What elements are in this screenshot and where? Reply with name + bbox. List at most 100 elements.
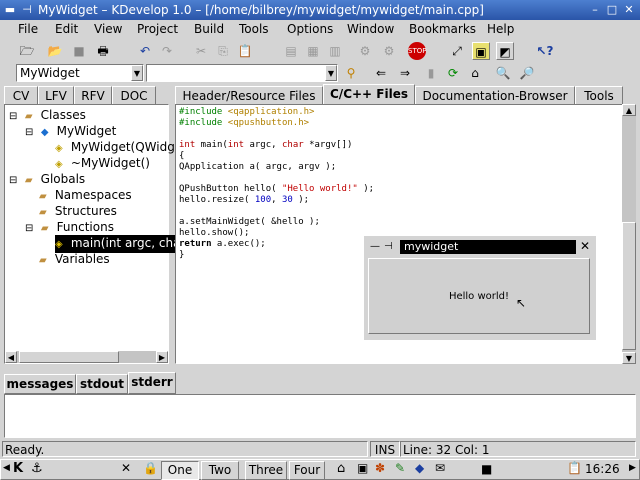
- editor-vertical-scrollbar[interactable]: ▲ ▼: [622, 104, 636, 364]
- mail-icon[interactable]: ✉: [435, 461, 445, 475]
- make-icon[interactable]: ▦: [304, 42, 322, 60]
- close-icon[interactable]: ✕: [622, 3, 636, 17]
- scroll-left-icon[interactable]: ◀: [5, 351, 17, 363]
- home-icon[interactable]: ⌂: [466, 64, 484, 82]
- tab-stderr[interactable]: stderr: [128, 372, 176, 394]
- menu-build[interactable]: Build: [194, 22, 224, 36]
- copy-icon[interactable]: ⎘: [214, 42, 232, 60]
- tab-messages[interactable]: messages: [4, 374, 76, 394]
- folder-icon: ▰: [24, 175, 33, 186]
- help-icon[interactable]: ◆: [415, 461, 424, 475]
- tree-item-variables[interactable]: ▰ Variables: [39, 251, 110, 269]
- close-icon[interactable]: ✕: [580, 239, 590, 253]
- minimize-icon[interactable]: –: [588, 3, 602, 17]
- tab-tools[interactable]: Tools: [575, 86, 623, 106]
- redo-icon[interactable]: ↷: [158, 42, 176, 60]
- stop-icon[interactable]: STOP: [408, 42, 426, 60]
- menu-options[interactable]: Options: [287, 22, 333, 36]
- tree-view-icon[interactable]: ⤢: [448, 42, 466, 60]
- tab-stdout[interactable]: stdout: [76, 374, 128, 394]
- menu-window[interactable]: Window: [347, 22, 394, 36]
- scroll-right-icon[interactable]: ▶: [156, 351, 168, 363]
- open-project-icon[interactable]: 🗁: [18, 42, 36, 60]
- tray-window-icon[interactable]: ■: [481, 462, 492, 476]
- menu-view[interactable]: View: [94, 22, 122, 36]
- browser-view-icon[interactable]: ◩: [496, 42, 514, 60]
- clipboard-icon[interactable]: 📋: [567, 461, 582, 475]
- output-area[interactable]: [4, 394, 636, 438]
- desktop-two-button[interactable]: Two: [201, 461, 239, 480]
- reload-icon[interactable]: ⟳: [444, 64, 462, 82]
- hello-world-button[interactable]: Hello world!: [368, 258, 590, 334]
- window-menu-icon[interactable]: —: [370, 240, 380, 254]
- maximize-icon[interactable]: □: [605, 3, 619, 17]
- kde-menu-icon[interactable]: K: [13, 461, 23, 476]
- tab-cpp-files[interactable]: C/C++ Files: [323, 84, 415, 106]
- forward-icon[interactable]: ⇒: [396, 64, 414, 82]
- sticky-icon[interactable]: ⊣: [384, 240, 393, 254]
- tree-horizontal-scrollbar[interactable]: ◀ ▶: [5, 351, 168, 363]
- tab-lfv[interactable]: LFV: [38, 86, 74, 106]
- class-wizard-icon[interactable]: ⚲: [342, 64, 360, 82]
- tab-rfv[interactable]: RFV: [74, 86, 112, 106]
- rebuild-icon[interactable]: ▥: [326, 42, 344, 60]
- editor-icon[interactable]: ✎: [395, 461, 405, 475]
- tab-documentation-browser[interactable]: Documentation-Browser: [415, 86, 575, 106]
- desktop-three-button[interactable]: Three: [245, 461, 287, 480]
- tab-header-resource-files[interactable]: Header/Resource Files: [175, 86, 323, 106]
- chevron-down-icon[interactable]: ▼: [131, 65, 143, 81]
- collapse-icon[interactable]: ⊟: [9, 109, 21, 125]
- menu-tools[interactable]: Tools: [239, 22, 269, 36]
- terminal-icon[interactable]: ▣: [357, 461, 368, 475]
- paste-icon[interactable]: 📋: [236, 42, 254, 60]
- tab-cv[interactable]: CV: [4, 86, 38, 106]
- tree-item-label: MyWidget(QWidg: [70, 140, 175, 154]
- whats-this-icon[interactable]: ↖?: [536, 42, 554, 60]
- menu-help[interactable]: Help: [487, 22, 514, 36]
- desktop-one-button[interactable]: One: [161, 461, 199, 480]
- stop-browse-icon[interactable]: ▮: [422, 64, 440, 82]
- menu-file[interactable]: File: [18, 22, 38, 36]
- collapse-icon[interactable]: ⊟: [25, 125, 37, 141]
- undo-icon[interactable]: ↶: [136, 42, 154, 60]
- kdevelop-icon[interactable]: ✽: [375, 461, 385, 475]
- method-combo[interactable]: ▼: [146, 64, 338, 82]
- run-icon[interactable]: ⚙: [380, 42, 398, 60]
- scroll-thumb[interactable]: [19, 351, 119, 363]
- search-text-icon[interactable]: 🔎: [518, 64, 536, 82]
- code-line: QPushButton hello( "Hello world!" );: [179, 184, 375, 194]
- home-icon[interactable]: ⌂: [337, 461, 345, 476]
- logout-icon[interactable]: ✕: [121, 461, 131, 475]
- scroll-up-icon[interactable]: ▲: [622, 104, 636, 116]
- maximize-icon[interactable]: □: [564, 239, 573, 253]
- compile-icon[interactable]: ▤: [282, 42, 300, 60]
- collapse-icon[interactable]: ⊟: [25, 221, 37, 237]
- collapse-icon[interactable]: ⊟: [9, 173, 21, 189]
- class-combo[interactable]: MyWidget ▼: [16, 64, 144, 82]
- debug-icon[interactable]: ⚙: [356, 42, 374, 60]
- scroll-down-icon[interactable]: ▼: [622, 352, 636, 364]
- search-icon[interactable]: 🔍: [494, 64, 512, 82]
- sticky-icon[interactable]: ⊣: [20, 3, 34, 17]
- window-menu-icon[interactable]: ▬: [3, 3, 17, 17]
- open-file-icon[interactable]: 📂: [46, 42, 64, 60]
- print-icon[interactable]: 🖶: [94, 42, 112, 60]
- window-list-icon[interactable]: ⚓: [31, 461, 43, 476]
- tab-doc[interactable]: DOC: [112, 86, 156, 106]
- tree-item-label: Functions: [56, 220, 114, 234]
- chevron-down-icon[interactable]: ▼: [325, 65, 337, 81]
- code-line: #include <qpushbutton.h>: [179, 118, 310, 128]
- mywidget-window-title: mywidget: [400, 240, 576, 254]
- lock-screen-icon[interactable]: 🔒: [143, 461, 158, 475]
- menu-project[interactable]: Project: [137, 22, 178, 36]
- desktop-four-button[interactable]: Four: [289, 461, 325, 480]
- output-view-icon[interactable]: ▣: [472, 42, 490, 60]
- cut-icon[interactable]: ✂: [192, 42, 210, 60]
- panel-hide-right-icon[interactable]: ▶: [629, 463, 636, 473]
- menu-edit[interactable]: Edit: [55, 22, 78, 36]
- back-icon[interactable]: ⇐: [372, 64, 390, 82]
- save-icon[interactable]: ■: [70, 42, 88, 60]
- scroll-thumb[interactable]: [622, 222, 636, 350]
- menu-bookmarks[interactable]: Bookmarks: [409, 22, 476, 36]
- panel-hide-left-icon[interactable]: ◀: [3, 463, 10, 473]
